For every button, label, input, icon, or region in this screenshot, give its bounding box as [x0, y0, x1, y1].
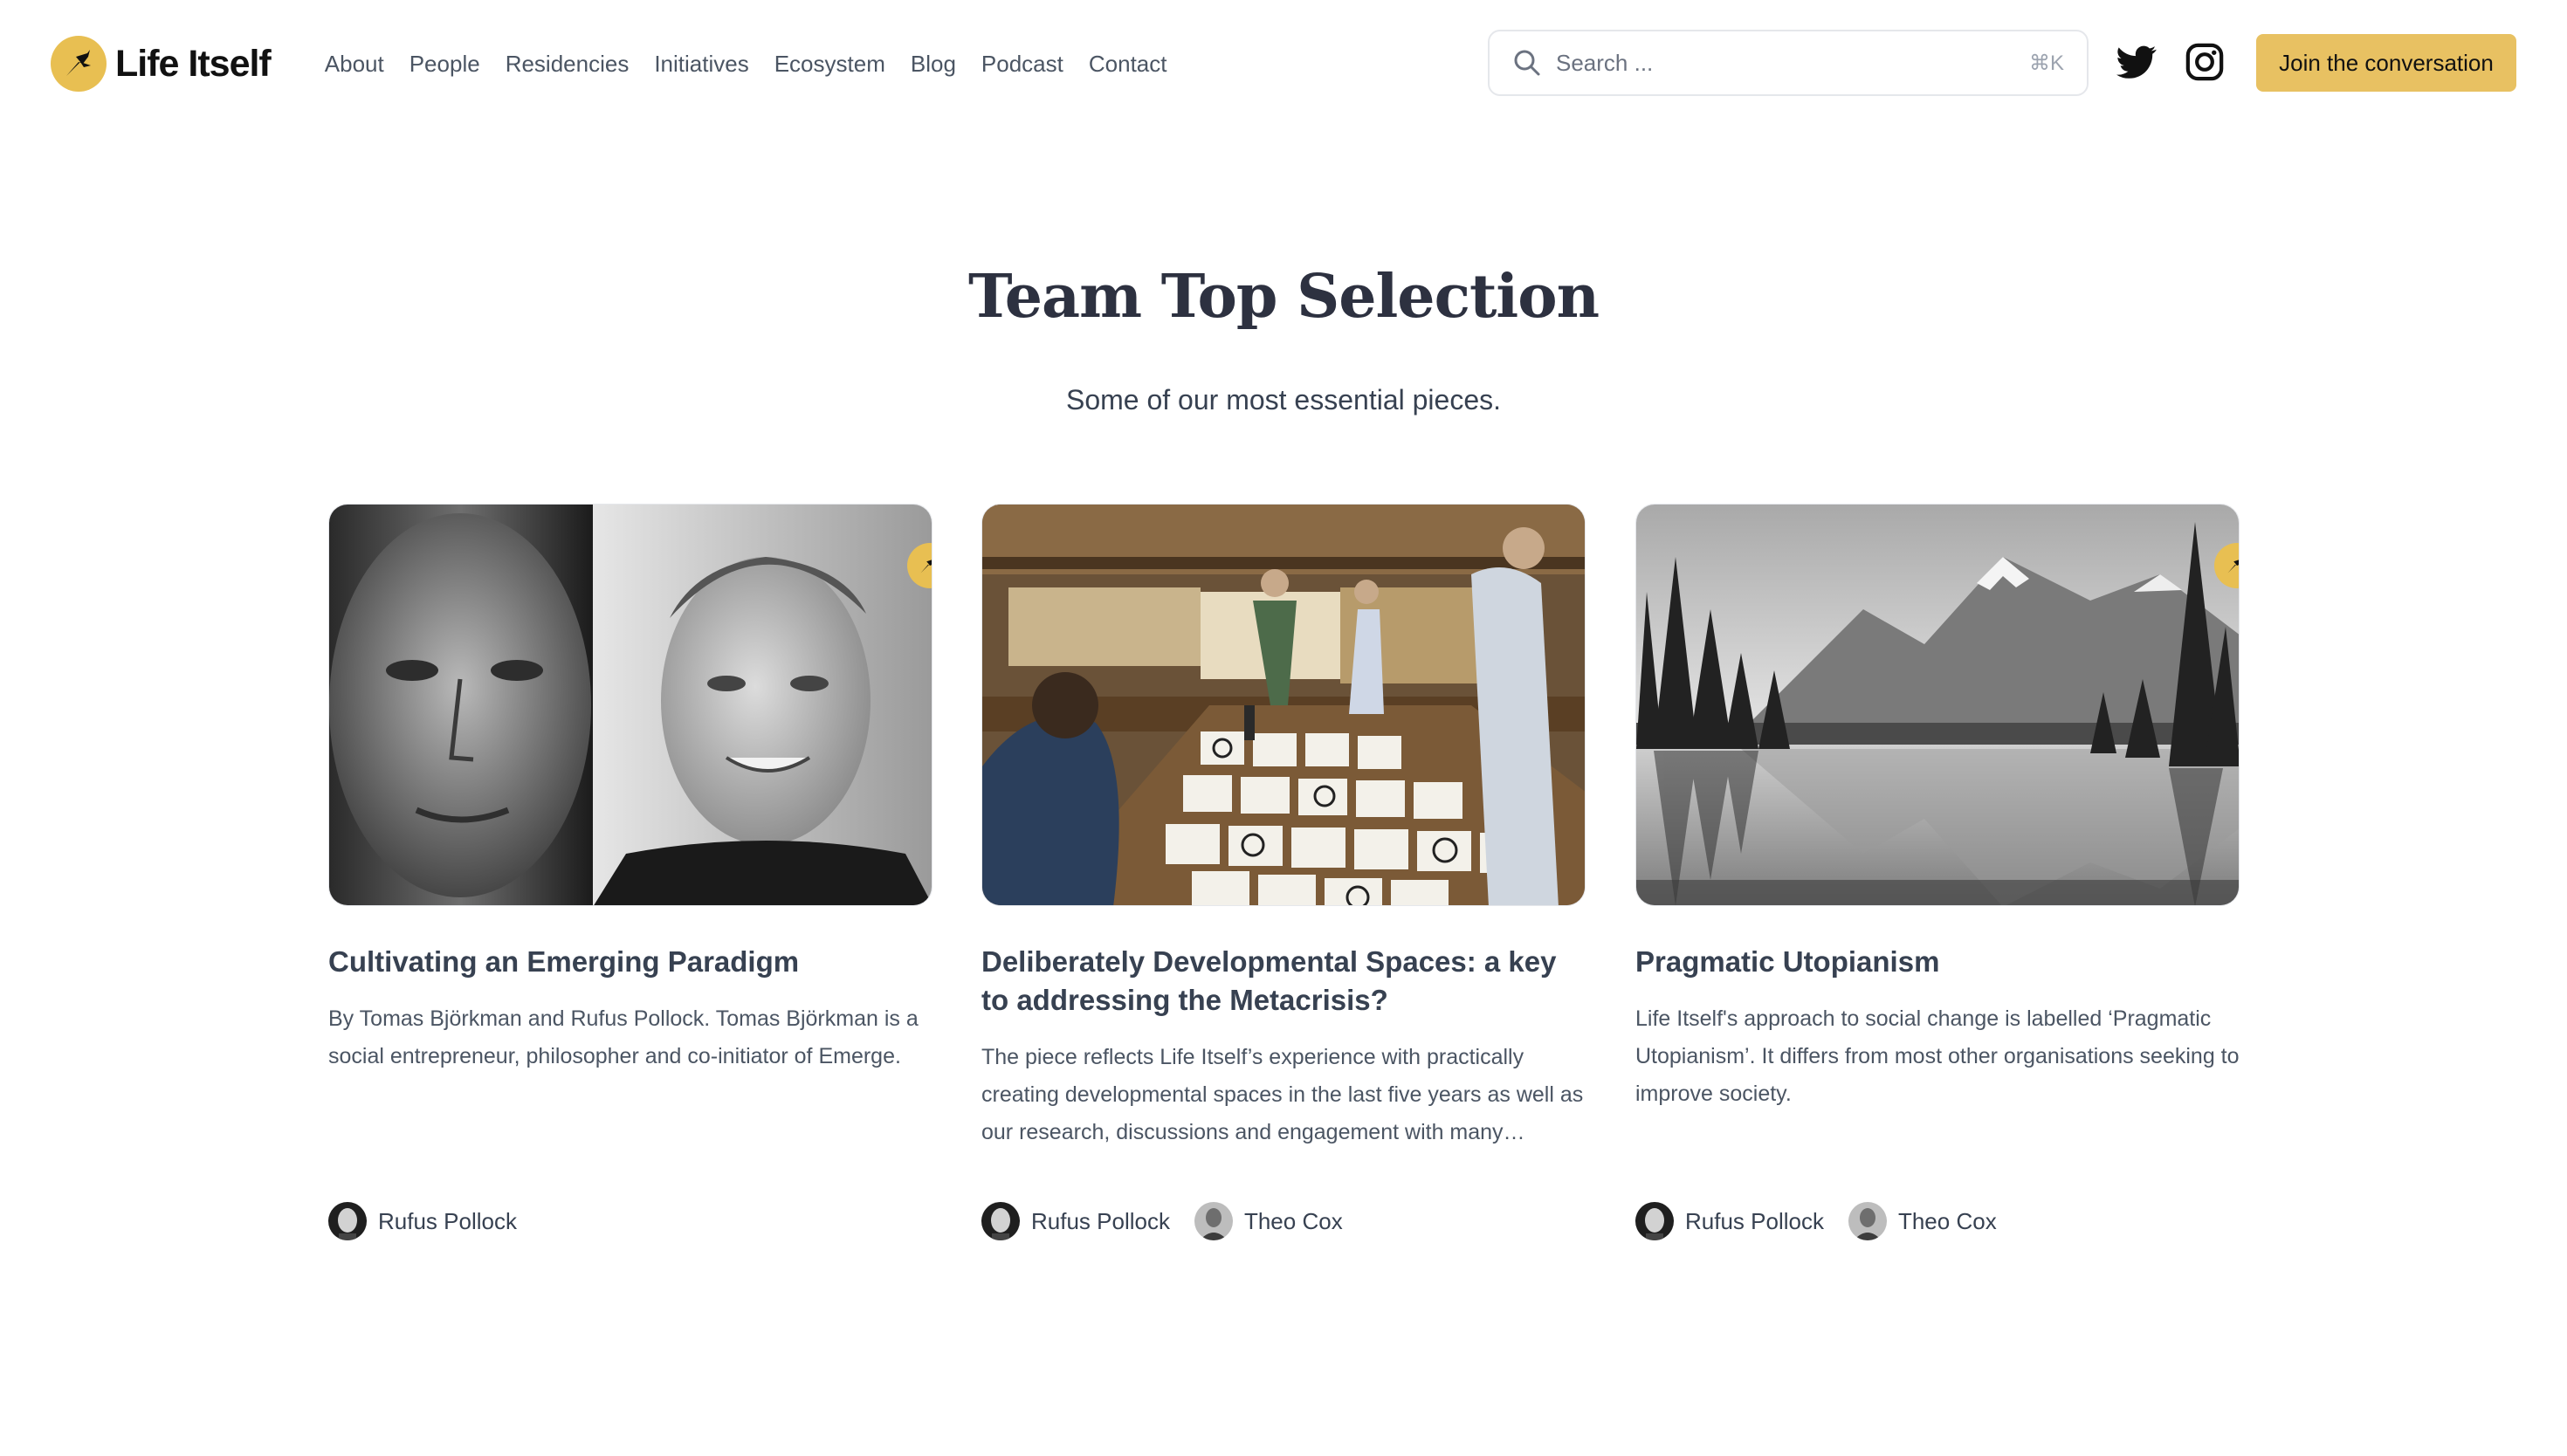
card-title[interactable]: Cultivating an Emerging Paradigm: [328, 943, 933, 981]
instagram-icon[interactable]: [2185, 42, 2225, 82]
join-conversation-button[interactable]: Join the conversation: [2256, 34, 2516, 92]
nav-blog[interactable]: Blog: [911, 51, 956, 78]
article-card[interactable]: Pragmatic Utopianism Life Itself's appro…: [1635, 504, 2240, 1240]
avatar: [981, 1202, 1020, 1240]
avatar: [1848, 1202, 1887, 1240]
card-authors: Rufus Pollock: [328, 1202, 541, 1240]
article-card[interactable]: Deliberately Developmental Spaces: a key…: [981, 504, 1586, 1240]
card-title[interactable]: Pragmatic Utopianism: [1635, 943, 2240, 981]
workshop-photo[interactable]: [981, 504, 1586, 906]
logo-link[interactable]: Life Itself: [51, 36, 272, 92]
nav-residencies[interactable]: Residencies: [506, 51, 630, 78]
logo-text: Life Itself: [115, 42, 272, 85]
nav-initiatives[interactable]: Initiatives: [654, 51, 748, 78]
card-title[interactable]: Deliberately Developmental Spaces: a key…: [981, 943, 1586, 1020]
mountain-lake-photo[interactable]: [1635, 504, 2240, 906]
nav-people[interactable]: People: [409, 51, 480, 78]
nav-contact[interactable]: Contact: [1089, 51, 1167, 78]
main-nav: About People Residencies Initiatives Eco…: [325, 51, 1193, 78]
nav-podcast[interactable]: Podcast: [981, 51, 1063, 78]
author-theo-cox[interactable]: Theo Cox: [1848, 1202, 1997, 1240]
section-subtitle: Some of our most essential pieces.: [1065, 384, 1501, 416]
avatar: [328, 1202, 367, 1240]
search-icon: [1514, 50, 1540, 76]
search-placeholder: Search ...: [1556, 49, 1654, 76]
search-box[interactable]: Search ... ⌘K: [1488, 30, 2089, 96]
author-rufus-pollock[interactable]: Rufus Pollock: [328, 1202, 517, 1240]
card-description: By Tomas Björkman and Rufus Pollock. Tom…: [328, 1006, 919, 1068]
author-rufus-pollock[interactable]: Rufus Pollock: [981, 1202, 1170, 1240]
nav-ecosystem[interactable]: Ecosystem: [774, 51, 885, 78]
article-card[interactable]: Cultivating an Emerging Paradigm By Toma…: [328, 504, 933, 1240]
card-authors: Rufus Pollock Theo Cox: [1635, 1202, 2021, 1240]
author-theo-cox[interactable]: Theo Cox: [1194, 1202, 1343, 1240]
avatar: [1194, 1202, 1233, 1240]
card-authors: Rufus Pollock Theo Cox: [981, 1202, 1367, 1240]
search-shortcut: ⌘K: [2028, 51, 2064, 75]
avatar: [1635, 1202, 1674, 1240]
site-header: Life Itself About People Residencies Ini…: [0, 0, 2567, 127]
card-description: The piece reflects Life Itself’s experie…: [981, 1045, 1584, 1144]
swallow-logo-icon: [51, 36, 107, 92]
nav-about[interactable]: About: [325, 51, 384, 78]
twitter-icon[interactable]: [2116, 42, 2157, 82]
two-portraits-photo[interactable]: [328, 504, 933, 906]
author-rufus-pollock[interactable]: Rufus Pollock: [1635, 1202, 1824, 1240]
section-title: Team Top Selection: [967, 262, 1600, 332]
card-description: Life Itself's approach to social change …: [1635, 1006, 2240, 1106]
